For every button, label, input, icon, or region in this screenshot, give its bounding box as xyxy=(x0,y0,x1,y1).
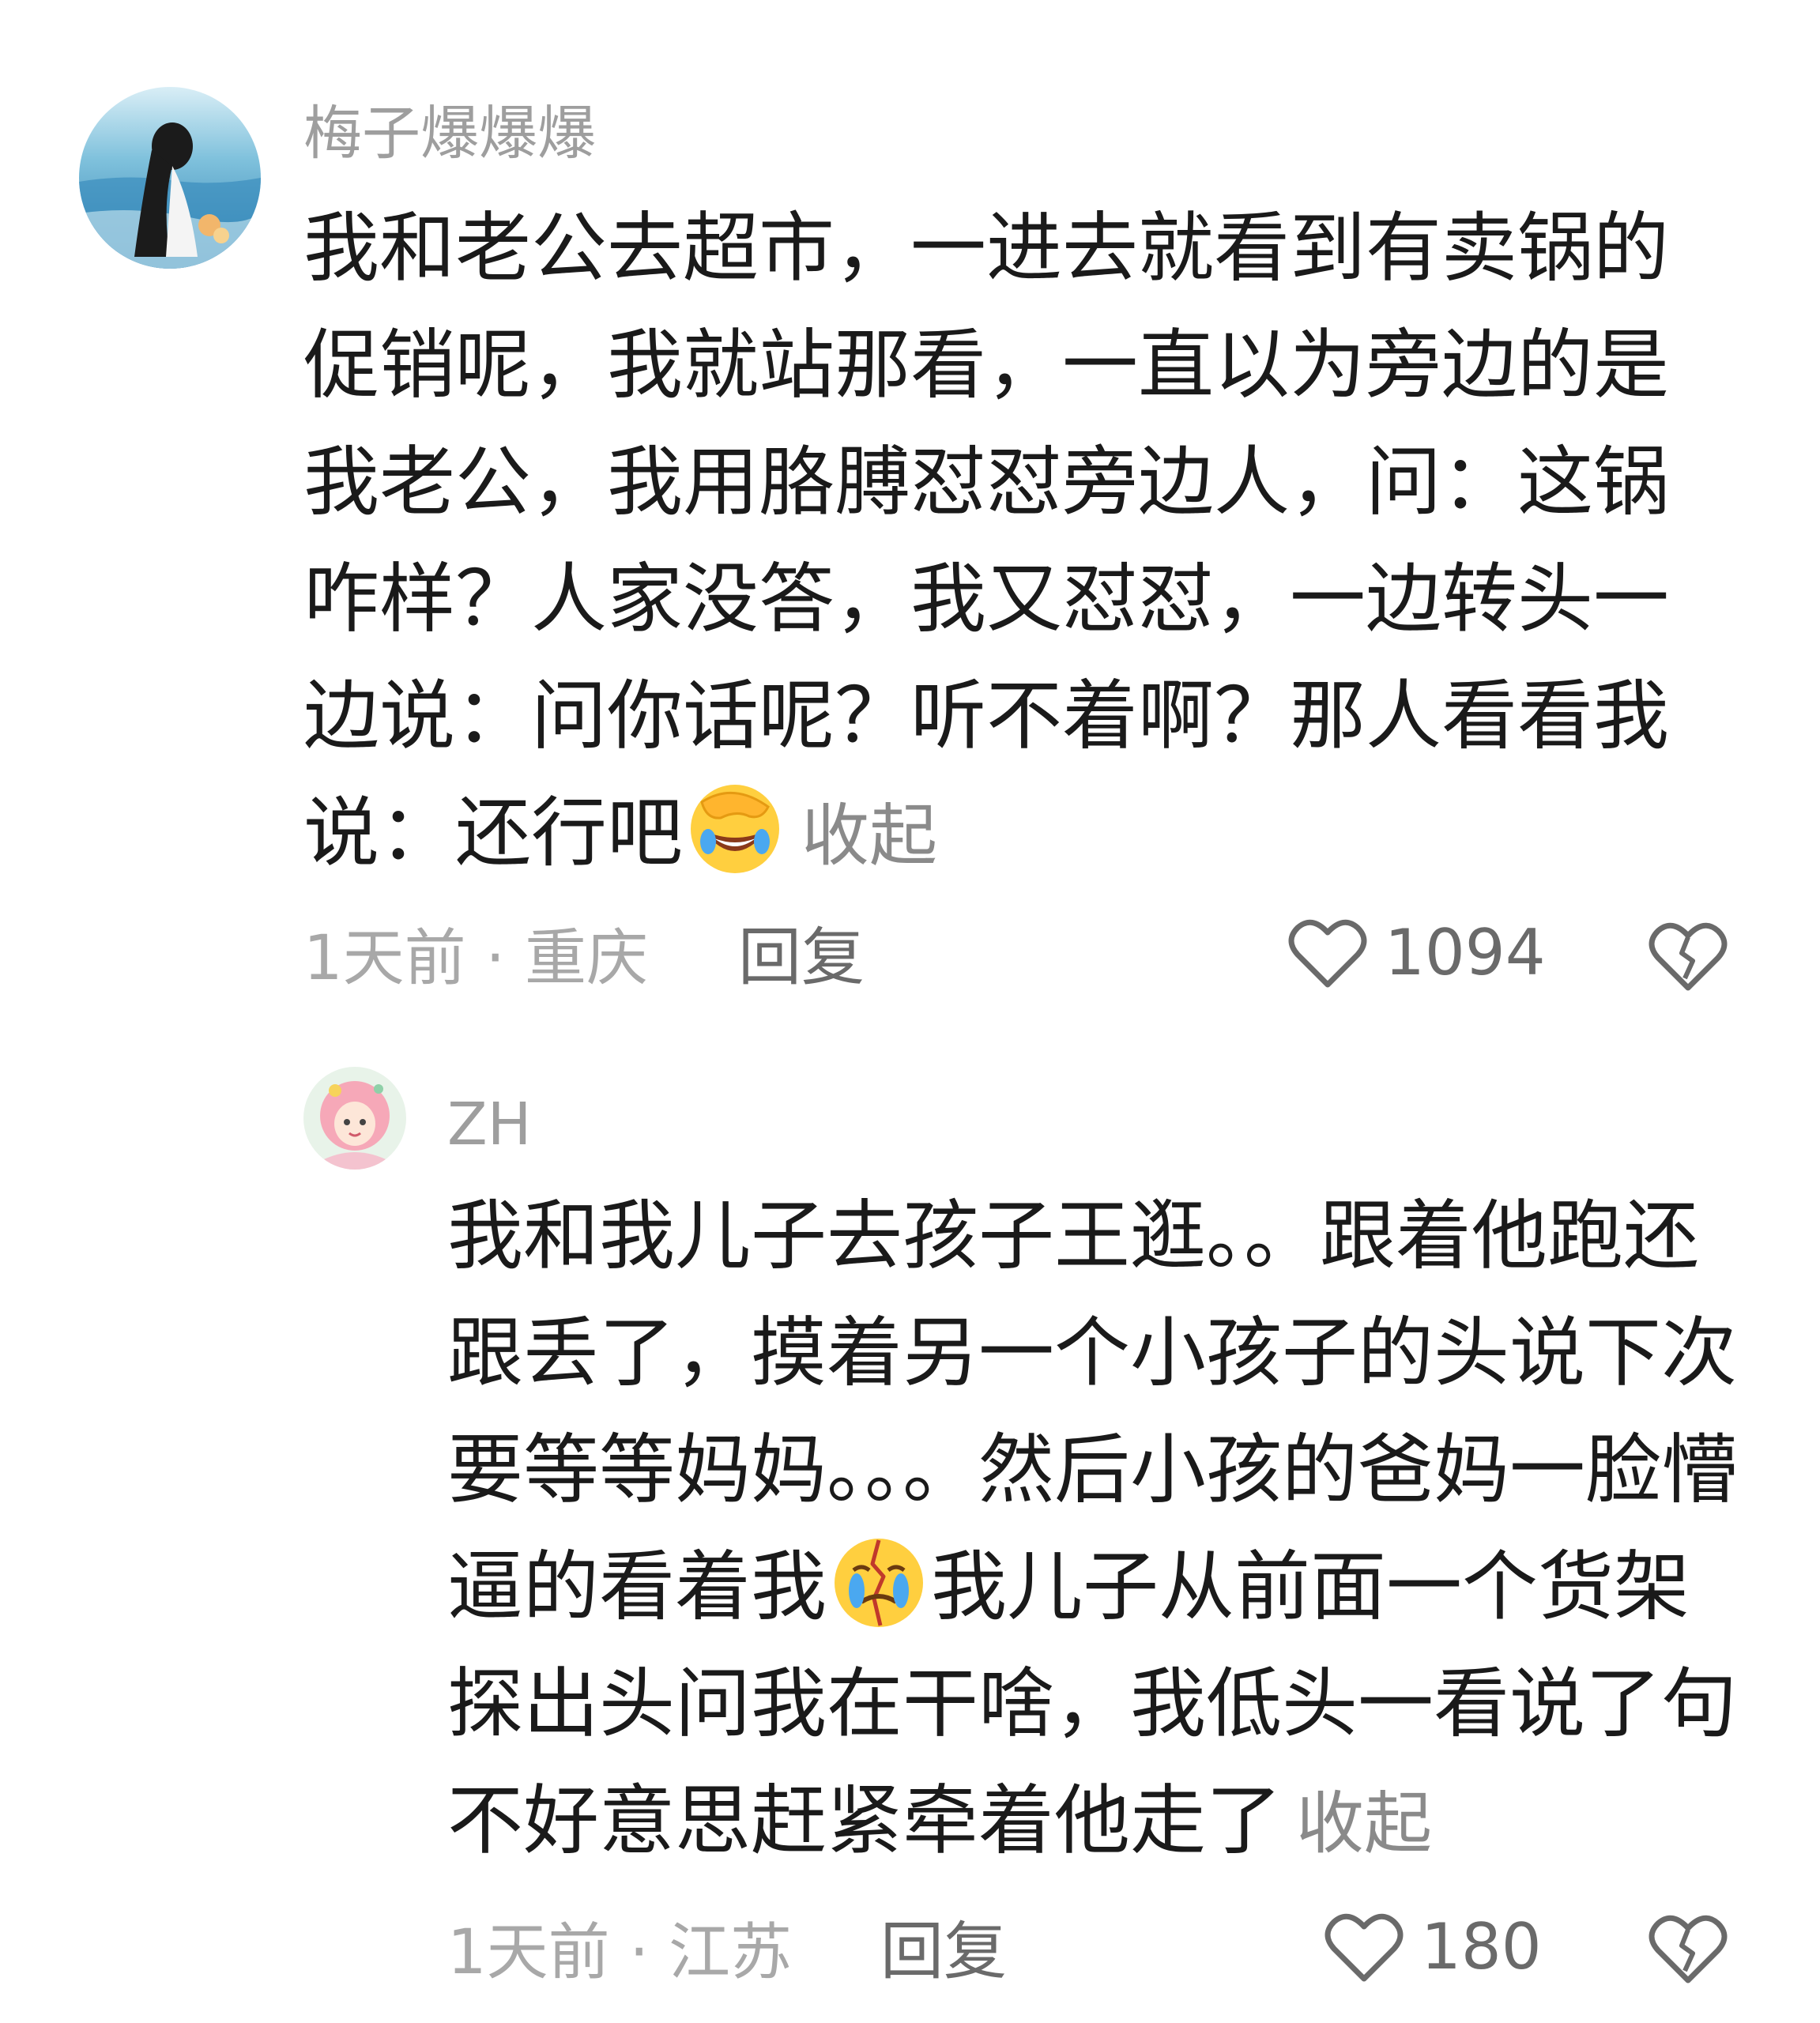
collapse-button[interactable]: 收起 xyxy=(1296,1784,1432,1863)
avatar[interactable] xyxy=(79,87,261,269)
comment-meta: 1天前 · 江苏 xyxy=(447,1922,792,1983)
reply-button[interactable]: 回复 xyxy=(880,1920,1007,1983)
comment-text: 我和老公去超市，一进去就看到有卖锅的促销呢，我就站那看，一直以为旁边的是我老公，… xyxy=(303,190,1679,895)
comment-location: 重庆 xyxy=(525,923,649,994)
avatar[interactable] xyxy=(303,1067,406,1170)
comment-time: 1天前 xyxy=(303,923,466,994)
like-count: 1094 xyxy=(1385,916,1546,989)
comment-time: 1天前 xyxy=(447,1917,610,1988)
like-button[interactable]: 1094 xyxy=(1288,917,1546,989)
dislike-button[interactable] xyxy=(1649,1912,1728,1988)
username[interactable]: 梅子爆爆爆 xyxy=(303,104,596,163)
broken-heart-icon xyxy=(1649,1915,1728,1983)
collapse-button[interactable]: 收起 xyxy=(801,797,937,876)
comment-text: 我和我儿子去孩子王逛。。跟着他跑还跟丢了，摸着另一个小孩子的头说下次要等等妈妈。… xyxy=(447,1177,1743,1882)
broken-heart-icon xyxy=(1649,922,1728,991)
comment-text-content: 我和老公去超市，一进去就看到有卖锅的促销呢，我就站那看，一直以为旁边的是我老公，… xyxy=(303,204,1669,877)
dislike-button[interactable] xyxy=(1649,920,1728,996)
heart-icon xyxy=(1324,1913,1404,1982)
heart-icon xyxy=(1288,919,1367,988)
like-button[interactable]: 180 xyxy=(1324,1911,1542,1983)
facepalm-laughing-emoji-icon xyxy=(691,785,779,873)
comment-location: 江苏 xyxy=(669,1917,793,1988)
reply-button[interactable]: 回复 xyxy=(738,926,865,989)
meta-separator: · xyxy=(465,923,526,994)
cropped-top-icons xyxy=(1583,0,1788,8)
meta-separator: · xyxy=(609,1917,669,1988)
like-count: 180 xyxy=(1421,1910,1542,1983)
crying-broken-emoji-icon xyxy=(835,1539,923,1627)
username[interactable]: ZH xyxy=(447,1095,531,1154)
comment-meta: 1天前 · 重庆 xyxy=(303,928,648,989)
